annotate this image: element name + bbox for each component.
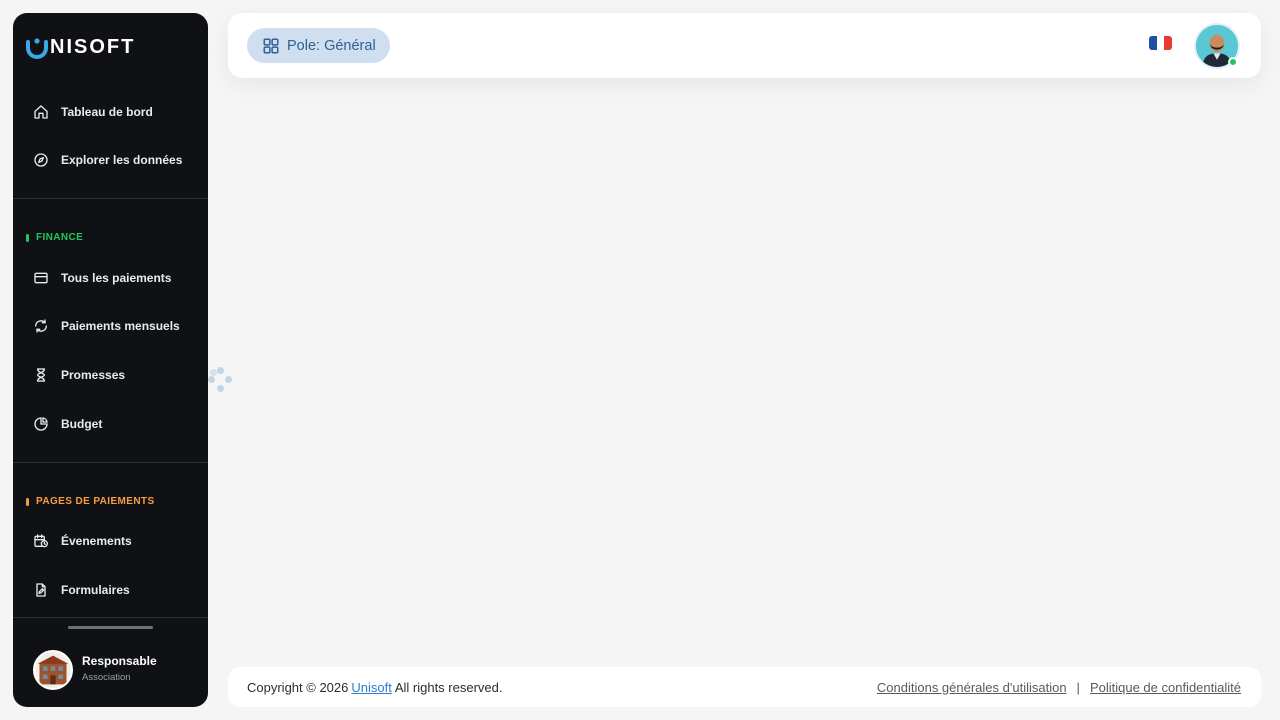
copyright-prefix: Copyright © 2026 [247,679,349,695]
online-status-dot [1228,57,1238,67]
sidebar-item-forms[interactable]: Formulaires [13,570,208,610]
sidebar-item-label: Tous les paiements [61,271,172,285]
sidebar-item-label: Formulaires [61,583,130,597]
section-title: FINANCE [36,232,84,243]
spinner-dot [208,376,215,383]
footer-links: Conditions générales d'utilisation | Pol… [877,680,1241,695]
refresh-icon [33,318,49,334]
footer-separator: | [1076,679,1080,695]
fr-flag-icon[interactable] [1149,36,1172,50]
credit-card-icon [33,270,49,286]
compass-icon [33,152,49,168]
sidebar-item-events[interactable]: Évenements [13,521,208,561]
brand-link[interactable]: Unisoft [351,680,391,695]
profile-org: Association [82,672,131,683]
sidebar-item-budget[interactable]: Budget [13,404,208,444]
spinner-dot [225,376,232,383]
section-title: PAGES DE PAIEMENTS [36,496,155,507]
user-profile[interactable]: Responsable Association [13,617,208,707]
sidebar-scrollbar[interactable] [68,626,153,629]
app-logo[interactable]: NISOFT [25,33,135,61]
sidebar-item-promises[interactable]: Promesses [13,355,208,395]
sidebar-item-all-payments[interactable]: Tous les paiements [13,258,208,298]
profile-role: Responsable [82,654,157,668]
page-footer: Copyright © 2026 Unisoft All rights rese… [228,667,1261,707]
section-finance: FINANCE [26,232,83,243]
section-marker [26,497,29,506]
sidebar-divider [13,462,208,463]
sidebar-item-label: Évenements [61,534,132,548]
sidebar-item-label: Explorer les données [61,153,183,167]
privacy-link[interactable]: Politique de confidentialité [1090,680,1241,695]
section-marker [26,233,29,242]
file-edit-icon [33,582,49,598]
building-icon [37,655,69,685]
spinner-dot [217,367,224,374]
sidebar-item-label: Budget [61,417,103,431]
loading-spinner [206,366,236,396]
section-payment-pages: PAGES DE PAIEMENTS [26,496,155,507]
terms-link[interactable]: Conditions générales d'utilisation [877,680,1067,695]
grid-icon [263,38,279,53]
sidebar-divider [13,198,208,199]
pie-chart-icon [33,416,49,432]
top-header: Pole: Général [228,13,1261,78]
copyright-suffix: All rights reserved. [394,679,503,695]
sidebar-item-monthly-payments[interactable]: Paiements mensuels [13,306,208,346]
spinner-dot [217,385,224,392]
hourglass-icon [33,367,49,383]
pole-selector-button[interactable]: Pole: Général [247,28,390,63]
unisoft-logo-icon [26,38,48,59]
calendar-clock-icon [33,533,49,549]
home-icon [33,104,49,120]
sidebar-item-explore[interactable]: Explorer les données [13,140,208,180]
association-avatar [33,650,73,690]
sidebar-item-label: Promesses [61,368,126,382]
spinner-dot [210,369,217,376]
sidebar-item-label: Tableau de bord [61,105,153,119]
sidebar: NISOFT Tableau de bord Explorer les donn… [13,13,208,707]
logo-text: NISOFT [50,36,136,58]
pole-label: Pole: Général [287,37,376,54]
sidebar-item-dashboard[interactable]: Tableau de bord [13,92,208,132]
sidebar-item-label: Paiements mensuels [61,319,180,333]
